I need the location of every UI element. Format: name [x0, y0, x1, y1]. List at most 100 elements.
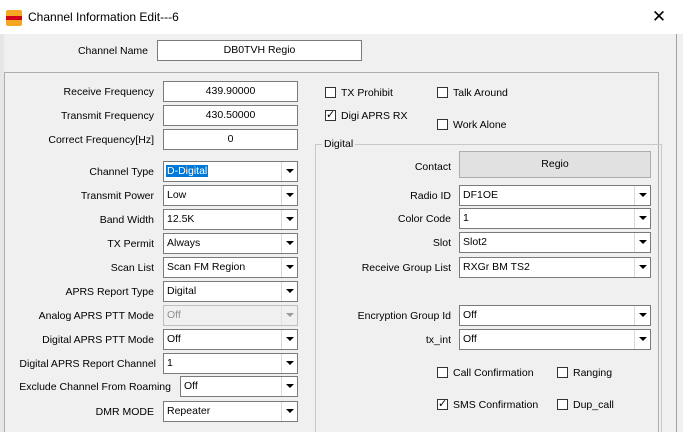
title-bar[interactable]: Channel Information Edit---6 ✕: [0, 0, 683, 34]
tx-permit-select[interactable]: Always: [163, 233, 298, 254]
call-confirmation-label: Call Confirmation: [453, 367, 534, 379]
slot-select[interactable]: Slot2: [459, 232, 651, 253]
digi-aprs-rx-checkbox[interactable]: [325, 108, 336, 121]
app-logo-icon: [6, 10, 22, 26]
digital-aprs-ptt-mode-label: Digital APRS PTT Mode: [42, 334, 154, 346]
dmr-mode-value: Repeater: [167, 405, 211, 417]
exclude-channel-from-roaming-select[interactable]: Off: [180, 376, 298, 397]
dmr-mode-select[interactable]: Repeater: [163, 401, 298, 422]
aprs-report-type-label: APRS Report Type: [65, 286, 154, 298]
correct-frequency-label: Correct Frequency[Hz]: [48, 134, 154, 146]
channel-type-label: Channel Type: [89, 166, 154, 178]
tx-int-select[interactable]: Off: [459, 329, 651, 350]
band-width-label: Band Width: [99, 214, 154, 226]
aprs-report-type-value: Digital: [167, 285, 197, 297]
encryption-group-id-value: Off: [463, 309, 477, 321]
digi-aprs-rx-label: Digi APRS RX: [341, 110, 408, 122]
work-alone-label: Work Alone: [453, 119, 507, 131]
color-code-label: Color Code: [397, 213, 451, 225]
sms-confirmation-label: SMS Confirmation: [453, 399, 539, 411]
transmit-frequency-input[interactable]: 430.50000: [163, 105, 298, 126]
analog-aprs-ptt-mode-value: Off: [167, 309, 181, 321]
tx-int-value: Off: [463, 333, 477, 345]
dup-call-checkbox[interactable]: [557, 399, 568, 410]
dmr-mode-label: DMR MODE: [95, 406, 154, 418]
transmit-frequency-label: Transmit Frequency: [61, 110, 154, 122]
color-code-select[interactable]: 1: [459, 208, 651, 229]
digital-aprs-ptt-mode-value: Off: [167, 333, 181, 345]
chevron-down-icon[interactable]: [281, 354, 297, 373]
chevron-down-icon[interactable]: [281, 282, 297, 301]
ranging-checkbox[interactable]: [557, 367, 568, 378]
chevron-down-icon[interactable]: [634, 233, 650, 252]
digital-aprs-report-channel-value: 1: [167, 357, 173, 369]
dup-call-label: Dup_call: [573, 399, 614, 411]
talk-around-label: Talk Around: [453, 87, 508, 99]
talk-around-checkbox[interactable]: [437, 87, 448, 98]
channel-type-select[interactable]: D-Digital: [163, 161, 298, 182]
band-width-select[interactable]: 12.5K: [163, 209, 298, 230]
sms-confirmation-checkbox[interactable]: [437, 397, 448, 410]
channel-type-value: D-Digital: [166, 165, 209, 177]
encryption-group-id-label: Encryption Group Id: [357, 310, 451, 322]
slot-value: Slot2: [463, 236, 487, 248]
slot-label: Slot: [432, 237, 451, 249]
digital-group-title: Digital: [322, 138, 356, 150]
chevron-down-icon[interactable]: [281, 377, 297, 396]
chevron-down-icon[interactable]: [281, 186, 297, 205]
encryption-group-id-select[interactable]: Off: [459, 305, 651, 326]
tx-permit-label: TX Permit: [107, 238, 154, 250]
exclude-channel-from-roaming-label: Exclude Channel From Roaming: [19, 381, 171, 393]
analog-aprs-ptt-mode-select: Off: [163, 305, 298, 326]
chevron-down-icon[interactable]: [281, 234, 297, 253]
radio-id-label: Radio ID: [410, 190, 451, 202]
digital-aprs-report-channel-select[interactable]: 1: [163, 353, 298, 374]
chevron-down-icon[interactable]: [281, 330, 297, 349]
chevron-down-icon[interactable]: [634, 330, 650, 349]
chevron-down-icon[interactable]: [634, 306, 650, 325]
transmit-power-select[interactable]: Low: [163, 185, 298, 206]
transmit-power-label: Transmit Power: [80, 190, 154, 202]
receive-group-list-value: RXGr BM TS2: [463, 261, 530, 273]
tx-permit-value: Always: [167, 237, 201, 249]
chevron-down-icon[interactable]: [281, 258, 297, 277]
scan-list-value: Scan FM Region: [167, 261, 246, 273]
tx-prohibit-label: TX Prohibit: [341, 87, 393, 99]
scan-list-select[interactable]: Scan FM Region: [163, 257, 298, 278]
color-code-value: 1: [463, 212, 469, 224]
chevron-down-icon[interactable]: [634, 258, 650, 277]
band-width-value: 12.5K: [167, 213, 195, 225]
exclude-channel-from-roaming-value: Off: [184, 380, 198, 392]
radio-id-value: DF1OE: [463, 189, 499, 201]
receive-frequency-label: Receive Frequency: [63, 86, 154, 98]
correct-frequency-input[interactable]: 0: [163, 129, 298, 150]
scan-list-label: Scan List: [110, 262, 154, 274]
radio-id-select[interactable]: DF1OE: [459, 185, 651, 206]
chevron-down-icon[interactable]: [634, 186, 650, 205]
tx-int-label: tx_int: [425, 334, 451, 346]
tx-prohibit-checkbox[interactable]: [325, 87, 336, 98]
chevron-down-icon[interactable]: [281, 210, 297, 229]
close-icon[interactable]: ✕: [646, 6, 672, 28]
work-alone-checkbox[interactable]: [437, 119, 448, 130]
channel-name-label: Channel Name: [77, 45, 148, 57]
chevron-down-icon[interactable]: [281, 402, 297, 421]
receive-group-list-select[interactable]: RXGr BM TS2: [459, 257, 651, 278]
contact-button[interactable]: Regio: [459, 151, 651, 178]
right-window-edge: [676, 34, 677, 432]
digital-aprs-report-channel-label: Digital APRS Report Channel: [19, 358, 156, 370]
call-confirmation-checkbox[interactable]: [437, 367, 448, 378]
aprs-report-type-select[interactable]: Digital: [163, 281, 298, 302]
receive-frequency-input[interactable]: 439.90000: [163, 81, 298, 102]
contact-label: Contact: [414, 161, 451, 173]
analog-aprs-ptt-mode-label: Analog APRS PTT Mode: [38, 310, 154, 322]
receive-group-list-label: Receive Group List: [361, 262, 451, 274]
chevron-down-icon[interactable]: [281, 162, 297, 181]
channel-name-input[interactable]: DB0TVH Regio: [157, 40, 362, 61]
chevron-down-icon: [281, 306, 297, 325]
chevron-down-icon[interactable]: [634, 209, 650, 228]
window-title: Channel Information Edit---6: [28, 10, 179, 24]
digital-aprs-ptt-mode-select[interactable]: Off: [163, 329, 298, 350]
ranging-label: Ranging: [573, 367, 613, 379]
transmit-power-value: Low: [167, 189, 187, 201]
